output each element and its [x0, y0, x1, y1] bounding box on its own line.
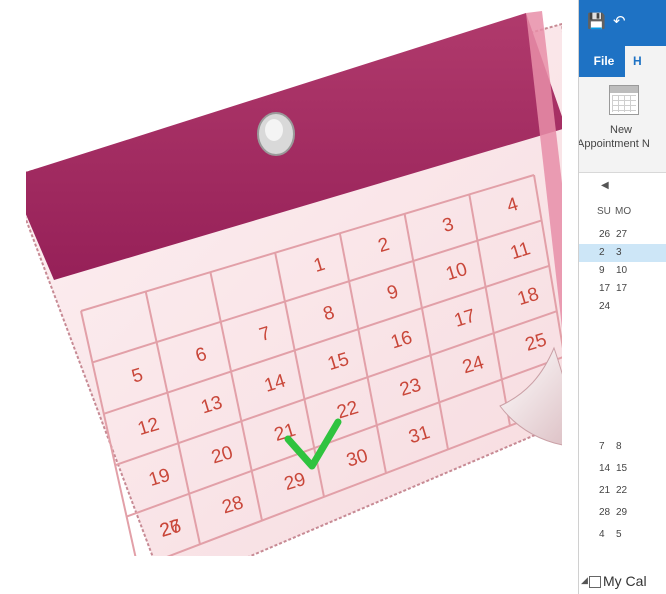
calendar-clipart-illustration: 1234567891011121314151617181920212223242… — [26, 11, 562, 556]
calendar-day[interactable]: 24 — [599, 301, 610, 312]
calendar-day[interactable]: 9 — [599, 265, 605, 276]
my-calendars-group[interactable]: ◢ My Cal — [579, 572, 666, 592]
outlook-window: 💾 ↶ File H New Appointment N ◀ SU MO 26 … — [578, 0, 666, 594]
new-appointment-label-line2: Appointment N — [578, 138, 650, 150]
calendar-day[interactable]: 3 — [616, 247, 622, 258]
chevron-left-icon[interactable]: ◀ — [601, 180, 609, 191]
calendar-week: 7 8 — [579, 438, 666, 456]
calendar-clipart: 1 2 3 4 5 6 7 8 9 10 11 12 13 14 15 16 17 18 19 20 21 22 23 24 2… — [26, 8, 562, 556]
weekday-label: SU — [597, 206, 611, 217]
title-bar: 💾 ↶ — [579, 0, 666, 46]
calendar-week: 26 27 — [579, 226, 666, 244]
my-calendars-label: My Cal — [603, 573, 647, 589]
ribbon: New Appointment N — [579, 77, 666, 173]
undo-icon[interactable]: ↶ — [613, 14, 626, 30]
calendar-week: 17 17 — [579, 280, 666, 298]
calendar-day[interactable]: 22 — [616, 485, 627, 496]
calendar-day[interactable]: 14 — [599, 463, 610, 474]
calendar-day[interactable]: 4 — [599, 529, 605, 540]
calendar-day[interactable]: 28 — [599, 507, 610, 518]
calendar-day[interactable]: 21 — [599, 485, 610, 496]
calendar-day[interactable]: 27 — [616, 229, 627, 240]
calendar-day[interactable]: 2 — [599, 247, 605, 258]
calendar-day[interactable]: 29 — [616, 507, 627, 518]
calendar-day[interactable]: 15 — [616, 463, 627, 474]
calendar-day[interactable]: 7 — [599, 441, 605, 452]
calendar-day[interactable]: 17 — [599, 283, 610, 294]
calendar-day[interactable]: 8 — [616, 441, 622, 452]
calendar-week-selected: 2 3 — [579, 244, 666, 262]
calendar-week: 24 — [579, 298, 666, 316]
calendar-day[interactable]: 17 — [616, 283, 627, 294]
save-icon[interactable]: 💾 — [587, 14, 606, 30]
new-appointment-label-line1: New — [610, 124, 633, 136]
new-appointment-icon[interactable] — [609, 85, 639, 115]
calendar-week: 28 29 — [579, 504, 666, 522]
tab-file[interactable]: File — [585, 46, 623, 77]
weekday-label: MO — [615, 206, 632, 217]
calendar-week: 4 5 — [579, 526, 666, 544]
calendar-day[interactable]: 5 — [616, 529, 622, 540]
calendar-day[interactable]: 26 — [599, 229, 610, 240]
tab-home[interactable]: H — [625, 46, 666, 77]
new-appointment-button[interactable]: New Appointment N — [579, 123, 666, 151]
calendar-day[interactable]: 10 — [616, 265, 627, 276]
calendar-checkbox[interactable] — [589, 576, 601, 588]
calendar-week: 14 15 — [579, 460, 666, 478]
calendar-week: 9 10 — [579, 262, 666, 280]
expand-triangle-icon[interactable]: ◢ — [581, 575, 588, 586]
ribbon-tabs: File H — [579, 46, 666, 77]
calendar-week: 21 22 — [579, 482, 666, 500]
date-navigator-header: ◀ — [579, 180, 666, 196]
